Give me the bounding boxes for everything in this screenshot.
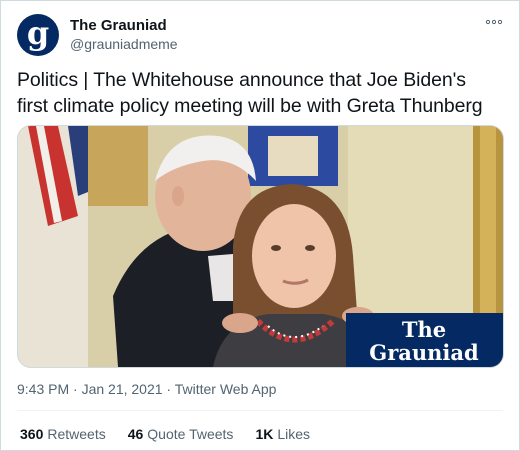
tweet-card: g The Grauniad @grauniadmeme Politics | … bbox=[0, 0, 520, 451]
stat-retweets-count: 360 bbox=[20, 426, 44, 442]
media-illustration: The Grauniad bbox=[18, 126, 503, 367]
tweet-text-line-2: first climate policy meeting will be wit… bbox=[17, 95, 483, 117]
account-handle[interactable]: @grauniadmeme bbox=[70, 36, 178, 52]
divider bbox=[17, 410, 503, 411]
avatar[interactable]: g bbox=[17, 14, 59, 56]
tweet-text-line-1: Politics | The Whitehouse announce that … bbox=[17, 69, 466, 91]
more-icon[interactable] bbox=[485, 17, 503, 27]
account-name[interactable]: The Grauniad bbox=[70, 17, 167, 34]
stat-retweets-label: Retweets bbox=[47, 426, 106, 442]
grauniad-logo-line1: The bbox=[402, 317, 446, 342]
tweet-timestamp[interactable]: 9:43 PM · Jan 21, 2021 · Twitter Web App bbox=[17, 381, 276, 397]
stat-likes-count: 1K bbox=[255, 426, 274, 442]
stat-quote-tweets[interactable]: 46 Quote Tweets bbox=[128, 426, 234, 442]
avatar-letter: g bbox=[26, 14, 50, 52]
stat-quote-tweets-label: Quote Tweets bbox=[147, 426, 234, 442]
tweet-media-image[interactable]: The Grauniad bbox=[17, 125, 504, 368]
tweet-text: Politics | The Whitehouse announce that … bbox=[17, 67, 507, 119]
grauniad-logo-line2: Grauniad bbox=[369, 340, 479, 365]
stat-likes-label: Likes bbox=[277, 426, 311, 442]
stat-retweets[interactable]: 360 Retweets bbox=[20, 426, 106, 442]
tweet-stats: 360 Retweets 46 Quote Tweets 1K Likes bbox=[20, 426, 332, 442]
stat-quote-tweets-count: 46 bbox=[127, 426, 144, 442]
stat-likes[interactable]: 1K Likes bbox=[255, 426, 310, 442]
